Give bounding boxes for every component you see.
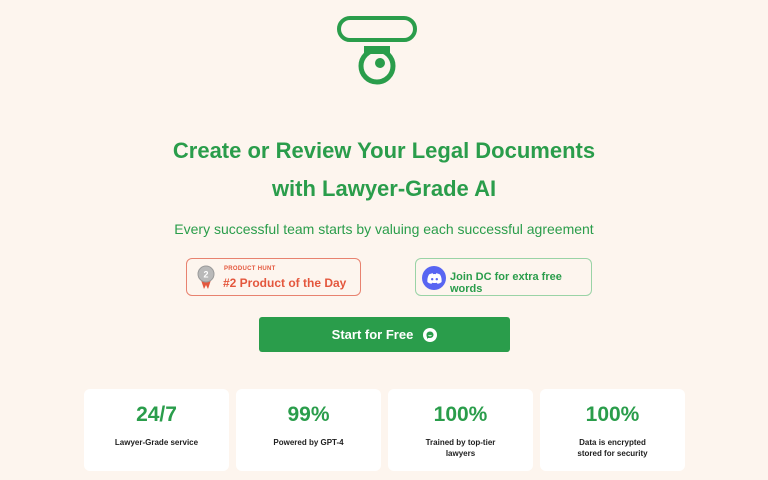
discord-label: Join DC for extra free words <box>450 271 562 295</box>
stat-card-lawyers: 100% Trained by top-tier lawyers <box>388 389 533 471</box>
stat-value: 99% <box>287 403 330 426</box>
stat-label: Lawyer-Grade service <box>114 438 199 447</box>
medal-number: 2 <box>203 270 208 280</box>
stat-value: 100% <box>585 403 640 426</box>
brand-logo <box>337 16 417 85</box>
hero-title-line2: with Lawyer-Grade AI <box>271 176 497 201</box>
stat-label: Powered by GPT-4 <box>273 438 344 447</box>
stat-card-security: 100% Data is encrypted stored for securi… <box>540 389 685 471</box>
discord-icon <box>422 266 446 290</box>
producthunt-title: #2 Product of the Day <box>223 276 347 290</box>
stat-value: 100% <box>433 403 488 426</box>
start-for-free-button[interactable]: Start for Free <box>259 317 510 352</box>
stat-label: Trained by top-tier lawyers <box>425 438 496 458</box>
stat-label: Data is encrypted stored for security <box>577 438 648 458</box>
stat-value: 24/7 <box>136 403 177 426</box>
start-for-free-label: Start for Free <box>331 327 414 342</box>
medal-icon: 2 <box>197 265 215 289</box>
stat-card-gpt4: 99% Powered by GPT-4 <box>236 389 381 471</box>
producthunt-kicker: PRODUCT HUNT <box>224 266 276 272</box>
hero-subtitle: Every successful team starts by valuing … <box>174 221 594 237</box>
producthunt-badge[interactable]: 2 PRODUCT HUNT #2 Product of the Day <box>186 258 361 296</box>
discord-badge[interactable]: Join DC for extra free words <box>415 258 592 296</box>
hero-title-line1: Create or Review Your Legal Documents <box>172 138 596 163</box>
stats-row: 24/7 Lawyer-Grade service 99% Powered by… <box>84 389 685 471</box>
stat-card-service: 24/7 Lawyer-Grade service <box>84 389 229 471</box>
chat-bubble-icon <box>423 327 438 342</box>
